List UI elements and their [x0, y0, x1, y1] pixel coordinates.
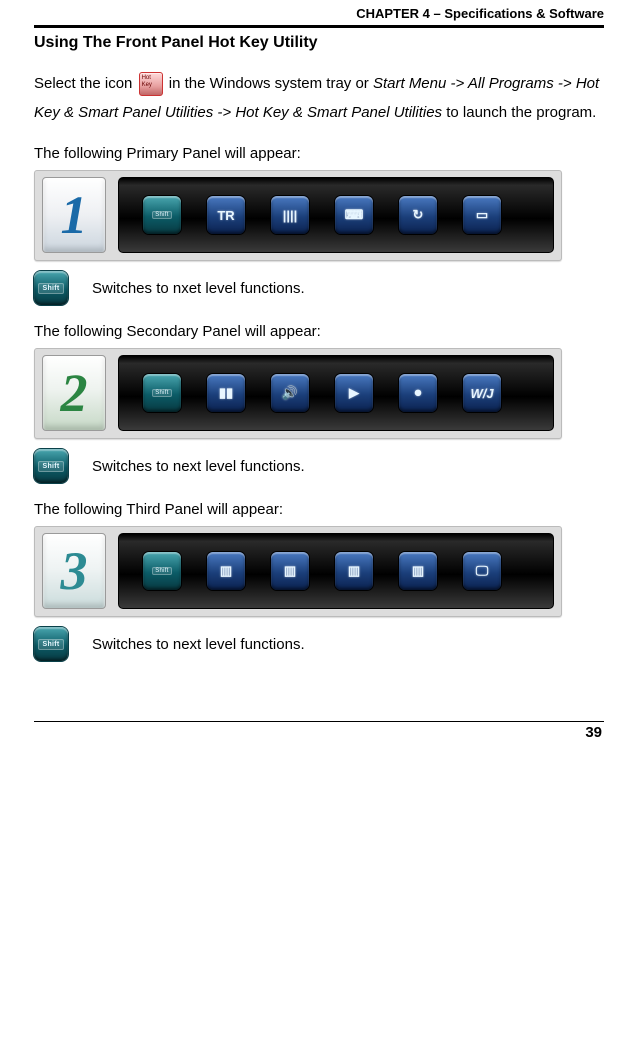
- app-icon: ▥: [220, 563, 232, 579]
- hotkey-tray-icon: [139, 72, 163, 96]
- pause-icon: ▮▮: [219, 385, 233, 401]
- panel1-button-bar: Shift TR |||| ⌨ ↻ ▭: [118, 177, 554, 253]
- barcode-icon: ||||: [283, 208, 298, 223]
- panel3-app1-button[interactable]: ▥: [207, 552, 245, 590]
- rotate-icon: ↻: [413, 207, 424, 223]
- monitor-icon: 🖵: [476, 563, 489, 579]
- panel1-shift-button[interactable]: Shift: [143, 196, 181, 234]
- wj-icon: W/J: [470, 386, 493, 401]
- tr-icon: TR: [217, 208, 234, 223]
- shift-icon: Shift: [38, 283, 63, 294]
- panel1-caption: The following Primary Panel will appear:: [34, 145, 604, 162]
- panel1-legend-row: Shift Switches to nxet level functions.: [34, 271, 604, 305]
- panel3-caption: The following Third Panel will appear:: [34, 501, 604, 518]
- panel2-legend-text: Switches to next level functions.: [92, 458, 305, 475]
- panel1-display-button[interactable]: ▭: [463, 196, 501, 234]
- shift-icon: Shift: [152, 567, 172, 575]
- panel3-app3-button[interactable]: ▥: [335, 552, 373, 590]
- panel2-legend-shift-icon: Shift: [34, 449, 68, 483]
- panel2-speaker-button[interactable]: 🔊: [271, 374, 309, 412]
- panel2-shift-button[interactable]: Shift: [143, 374, 181, 412]
- intro-pre-icon-text: Select the icon: [34, 75, 137, 92]
- panel2-record-button[interactable]: ⏺: [399, 374, 437, 412]
- panel2-button-bar: Shift ▮▮ 🔊 ▶ ⏺ W/J: [118, 355, 554, 431]
- panel3-shift-button[interactable]: Shift: [143, 552, 181, 590]
- panel2-frame: 2 Shift ▮▮ 🔊 ▶ ⏺ W/J: [34, 348, 562, 439]
- panel1-rotate-button[interactable]: ↻: [399, 196, 437, 234]
- page-number: 39: [34, 724, 604, 741]
- speaker-icon: 🔊: [282, 385, 298, 401]
- panel2-caption: The following Secondary Panel will appea…: [34, 323, 604, 340]
- panel1-number-badge: 1: [42, 177, 106, 253]
- app-icon: ▥: [348, 563, 360, 579]
- panel3-legend-shift-icon: Shift: [34, 627, 68, 661]
- shift-icon: Shift: [38, 639, 63, 650]
- app-icon: ▥: [284, 563, 296, 579]
- section-title: Using The Front Panel Hot Key Utility: [34, 34, 604, 52]
- shift-icon: Shift: [38, 461, 63, 472]
- panel1-legend-shift-icon: Shift: [34, 271, 68, 305]
- panel3-app2-button[interactable]: ▥: [271, 552, 309, 590]
- panel1-barcode-button[interactable]: ||||: [271, 196, 309, 234]
- panel3-button-bar: Shift ▥ ▥ ▥ ▥ 🖵: [118, 533, 554, 609]
- panel3-number-badge: 3: [42, 533, 106, 609]
- panel1-legend-text: Switches to nxet level functions.: [92, 280, 305, 297]
- panel2-wj-button[interactable]: W/J: [463, 374, 501, 412]
- panel3-legend-text: Switches to next level functions.: [92, 636, 305, 653]
- intro-tail-text: to launch the program.: [446, 104, 596, 121]
- app-icon: ▥: [412, 563, 424, 579]
- play-icon: ▶: [349, 385, 359, 401]
- panel2-legend-row: Shift Switches to next level functions.: [34, 449, 604, 483]
- display-icon: ▭: [476, 207, 488, 223]
- panel1-tr-button[interactable]: TR: [207, 196, 245, 234]
- chapter-header-text: CHAPTER 4 – Specifications & Software: [34, 0, 604, 23]
- panel3-monitor-button[interactable]: 🖵: [463, 552, 501, 590]
- panel2-number-badge: 2: [42, 355, 106, 431]
- record-icon: ⏺: [415, 385, 422, 401]
- panel1-frame: 1 Shift TR |||| ⌨ ↻ ▭: [34, 170, 562, 261]
- panel1-keyboard-button[interactable]: ⌨: [335, 196, 373, 234]
- intro-post-icon-text: in the Windows system tray or: [169, 75, 373, 92]
- header-rule: [34, 25, 604, 28]
- shift-icon: Shift: [152, 211, 172, 219]
- intro-paragraph: Select the icon in the Windows system tr…: [34, 70, 604, 127]
- shift-icon: Shift: [152, 389, 172, 397]
- panel2-play-button[interactable]: ▶: [335, 374, 373, 412]
- keyboard-icon: ⌨: [345, 207, 364, 223]
- footer-rule: [34, 721, 604, 722]
- panel2-pause-button[interactable]: ▮▮: [207, 374, 245, 412]
- panel3-app4-button[interactable]: ▥: [399, 552, 437, 590]
- panel3-frame: 3 Shift ▥ ▥ ▥ ▥ 🖵: [34, 526, 562, 617]
- panel3-legend-row: Shift Switches to next level functions.: [34, 627, 604, 661]
